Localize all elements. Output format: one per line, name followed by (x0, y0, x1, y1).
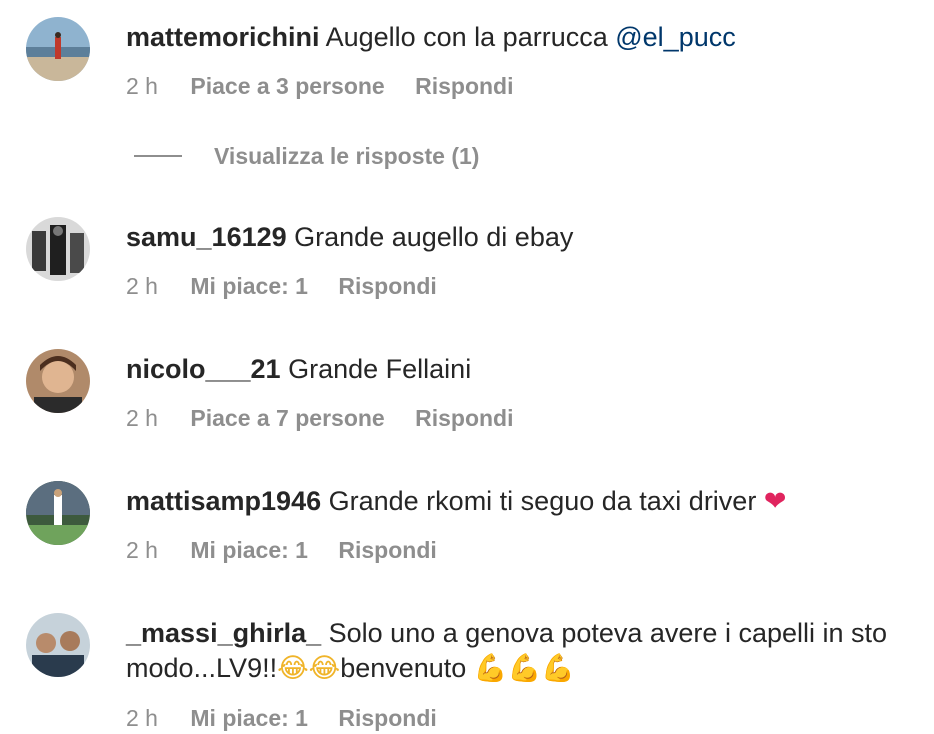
avatar[interactable] (26, 349, 90, 413)
comment-likes[interactable]: Piace a 7 persone (190, 404, 384, 432)
comment-username[interactable]: mattisamp1946 (126, 486, 321, 516)
comment-time: 2 h (126, 537, 158, 563)
comment-body: Grande Fellaini (288, 354, 472, 384)
comment-username[interactable]: mattemorichini (126, 22, 320, 52)
view-replies-line (134, 155, 182, 157)
comment-time: 2 h (126, 705, 158, 731)
comment-body: Grande rkomi ti seguo da taxi driver (328, 486, 757, 516)
comment-likes[interactable]: Piace a 3 persone (190, 72, 384, 100)
reply-button[interactable]: Rispondi (415, 72, 513, 100)
comment-meta: 2 h Piace a 3 persone Rispondi (126, 72, 514, 100)
comment-text: mattemorichini Augello con la parrucca @… (126, 20, 914, 55)
comment-meta: 2 h Mi piace: 1 Rispondi (126, 704, 437, 732)
comment-likes[interactable]: Mi piace: 1 (190, 704, 308, 732)
comment-mention[interactable]: @el_pucc (615, 22, 735, 52)
comment-text: samu_16129 Grande augello di ebay (126, 220, 914, 255)
comment-meta: 2 h Piace a 7 persone Rispondi (126, 404, 514, 432)
comment-username[interactable]: nicolo___21 (126, 354, 281, 384)
comment-body: Grande augello di ebay (294, 222, 574, 252)
comment-username[interactable]: samu_16129 (126, 222, 287, 252)
comment-meta: 2 h Mi piace: 1 Rispondi (126, 536, 437, 564)
reply-button[interactable]: Rispondi (338, 704, 436, 732)
reply-button[interactable]: Rispondi (338, 272, 436, 300)
comment-time: 2 h (126, 405, 158, 431)
comment-text: nicolo___21 Grande Fellaini (126, 352, 914, 387)
avatar[interactable] (26, 613, 90, 677)
view-replies-button[interactable]: Visualizza le risposte (1) (134, 141, 479, 171)
flexed-biceps-emoji-icon: 💪💪💪 (473, 653, 575, 684)
heart-emoji-icon: ❤ (763, 486, 787, 517)
avatar-image (26, 17, 90, 81)
reply-button[interactable]: Rispondi (415, 404, 513, 432)
comment-text: _massi_ghirla_ Solo uno a genova poteva … (126, 616, 914, 686)
avatar-image (26, 349, 90, 413)
comment-time: 2 h (126, 73, 158, 99)
comment-username[interactable]: _massi_ghirla_ (126, 618, 321, 648)
avatar-image (26, 613, 90, 677)
comment-time: 2 h (126, 273, 158, 299)
comment-likes[interactable]: Mi piace: 1 (190, 272, 308, 300)
comment-text: mattisamp1946 Grande rkomi ti seguo da t… (126, 484, 914, 519)
laughing-emoji-icon: 😂😂 (277, 653, 341, 684)
reply-button[interactable]: Rispondi (338, 536, 436, 564)
avatar[interactable] (26, 217, 90, 281)
view-replies-label: Visualizza le risposte (1) (214, 142, 480, 169)
avatar-image (26, 481, 90, 545)
avatar-image (26, 217, 90, 281)
avatar[interactable] (26, 17, 90, 81)
comment-likes[interactable]: Mi piace: 1 (190, 536, 308, 564)
avatar[interactable] (26, 481, 90, 545)
comment-body: Augello con la parrucca (325, 22, 608, 52)
comment-body-tail: benvenuto (340, 653, 467, 683)
comment-meta: 2 h Mi piace: 1 Rispondi (126, 272, 437, 300)
